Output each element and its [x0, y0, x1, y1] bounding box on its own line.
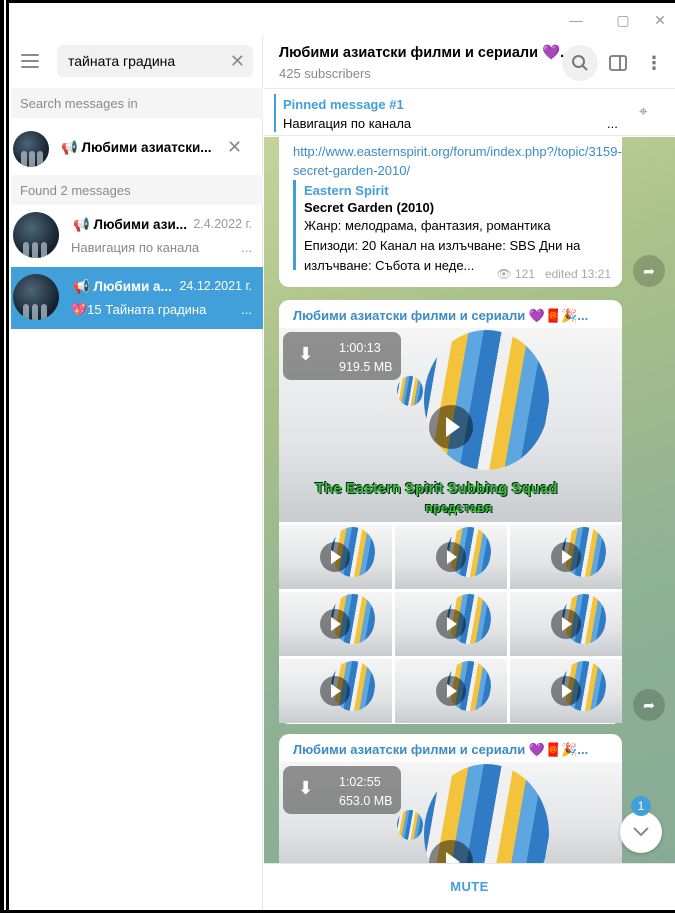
video-thumbnail[interactable]: [510, 525, 622, 589]
search-input-value: тайната градина: [68, 53, 176, 69]
play-icon[interactable]: [320, 676, 350, 706]
message-bubble: http://www.easternspirit.org/forum/index…: [279, 137, 622, 287]
message-sender[interactable]: Любими азиатски филми и сериали 💜🧧🎉...: [293, 742, 588, 758]
screen-edge-left: [0, 0, 9, 913]
channel-avatar: [13, 131, 49, 167]
search-result-item-selected[interactable]: 📢 Любими а... 24.12.2021 г. 💖15 Тайната …: [11, 267, 263, 329]
preview-title: Secret Garden (2010): [304, 200, 435, 215]
found-messages-label: Found 2 messages: [11, 175, 263, 205]
result-date: 2.4.2022 г.: [193, 217, 252, 231]
play-icon[interactable]: [551, 542, 581, 572]
sidebar-toggle-icon[interactable]: [600, 45, 636, 81]
video-overlay-text: The Eastern Spirit Subbing Squad: [315, 480, 558, 497]
result-ellipsis: ...: [241, 240, 252, 255]
hamburger-menu-icon[interactable]: [21, 54, 39, 68]
video-main[interactable]: ⬇ 1:02:55 653.0 MB: [279, 762, 622, 863]
bottom-bar: MUTE: [264, 863, 675, 910]
chat-header[interactable]: Любими азиатски филми и сериали 💜... 425…: [264, 36, 675, 89]
share-icon[interactable]: ➦: [633, 689, 665, 721]
download-badge[interactable]: ⬇ 1:02:55 653.0 MB: [283, 766, 401, 814]
minimize-button[interactable]: —: [567, 11, 585, 29]
result-preview: Навигация по канала: [71, 240, 200, 255]
message-meta: 👁 121 edited 13:21: [496, 267, 611, 281]
pinned-message-bar[interactable]: Pinned message #1 Навигация по канала ..…: [264, 90, 675, 136]
pinned-title: Pinned message #1: [283, 97, 404, 112]
preview-description-1: Жанр: мелодрама, фантазия, романтика: [304, 218, 551, 233]
clear-search-icon[interactable]: ✕: [230, 51, 245, 72]
result-ellipsis: ...: [241, 302, 252, 317]
pinned-ellipsis: ...: [607, 116, 618, 131]
share-icon[interactable]: ➦: [633, 255, 665, 287]
message-sender[interactable]: Любими азиатски филми и сериали 💜🧧🎉...: [293, 308, 588, 324]
views-icon: 👁: [496, 267, 512, 281]
video-duration: 1:02:55: [339, 775, 381, 789]
search-chat-filter[interactable]: 📢 Любими азиатски... ✕: [11, 123, 263, 175]
video-thumbnail[interactable]: [395, 592, 507, 656]
message-link[interactable]: http://www.easternspirit.org/forum/index…: [293, 142, 622, 180]
download-icon[interactable]: ⬇: [298, 344, 313, 365]
play-icon[interactable]: [320, 609, 350, 639]
channel-avatar: [13, 212, 59, 258]
play-icon[interactable]: [436, 676, 466, 706]
telegram-window: — ▢ ✕ тайната градина ✕ Search messages …: [11, 3, 675, 910]
search-input[interactable]: тайната градина ✕: [57, 45, 253, 77]
left-panel: тайната градина ✕ Search messages in 📢 Л…: [11, 36, 263, 910]
pinned-text: Навигация по канала: [283, 116, 412, 131]
result-chat-name: 📢 Любими а...: [73, 279, 172, 294]
link-preview[interactable]: Eastern Spirit Secret Garden (2010) Жанр…: [293, 180, 611, 273]
video-thumbnail[interactable]: [510, 659, 622, 723]
message-area[interactable]: http://www.easternspirit.org/forum/index…: [264, 137, 675, 863]
chat-panel: Любими азиатски филми и сериали 💜... 425…: [264, 36, 675, 910]
close-window-button[interactable]: ✕: [651, 11, 669, 29]
search-in-label: Search messages in: [11, 88, 263, 118]
preview-description-2: Епизоди: 20 Канал на излъчване: SBS Дни …: [304, 238, 581, 253]
view-count: 121: [514, 267, 535, 281]
search-icon[interactable]: [562, 45, 598, 81]
play-icon[interactable]: [551, 676, 581, 706]
message-bubble: Любими азиатски филми и сериали 💜🧧🎉... ⬇…: [279, 734, 622, 863]
chat-title[interactable]: Любими азиатски филми и сериали 💜...: [279, 44, 572, 61]
maximize-button[interactable]: ▢: [614, 11, 632, 29]
video-duration: 1:00:13: [339, 341, 381, 355]
video-thumbnail[interactable]: [395, 659, 507, 723]
title-bar: — ▢ ✕: [11, 3, 675, 36]
channel-avatar: [13, 274, 59, 320]
message-bubble: Любими азиатски филми и сериали 💜🧧🎉... T…: [279, 300, 622, 724]
video-overlay-subtitle: представя: [425, 500, 493, 515]
search-result-item[interactable]: 📢 Любими ази... 2.4.2022 г. Навигация по…: [11, 205, 263, 267]
mute-button[interactable]: MUTE: [264, 879, 675, 894]
play-icon[interactable]: [551, 609, 581, 639]
play-icon[interactable]: [436, 542, 466, 572]
download-icon[interactable]: ⬇: [298, 778, 313, 799]
preview-site-name: Eastern Spirit: [304, 183, 389, 198]
video-thumbnail[interactable]: [395, 525, 507, 589]
play-icon[interactable]: [436, 609, 466, 639]
video-thumbnail[interactable]: [279, 659, 392, 723]
play-icon[interactable]: [429, 405, 473, 449]
video-size: 653.0 MB: [339, 794, 393, 808]
download-badge[interactable]: ⬇ 1:00:13 919.5 MB: [283, 332, 401, 380]
subscriber-count: 425 subscribers: [279, 66, 371, 81]
remove-filter-icon[interactable]: ✕: [227, 137, 242, 158]
video-thumbnail[interactable]: [510, 592, 622, 656]
more-options-icon[interactable]: ⋮: [636, 45, 672, 81]
result-preview: 💖15 Тайната градина: [71, 302, 207, 317]
video-size: 919.5 MB: [339, 360, 393, 374]
result-date: 24.12.2021 г.: [179, 279, 252, 293]
video-thumbnail[interactable]: [279, 592, 392, 656]
play-icon[interactable]: [320, 542, 350, 572]
filter-chat-name: 📢 Любими азиатски...: [61, 140, 212, 155]
pinned-list-icon[interactable]: ⌖: [639, 103, 647, 120]
video-main[interactable]: The Eastern Spirit Subbing Squad предста…: [279, 328, 622, 522]
video-thumbnail[interactable]: [279, 525, 392, 589]
unread-count-badge: 1: [631, 796, 651, 816]
result-chat-name: 📢 Любими ази...: [73, 217, 187, 232]
edited-time: edited 13:21: [544, 267, 611, 281]
scroll-down-button[interactable]: [620, 811, 662, 853]
